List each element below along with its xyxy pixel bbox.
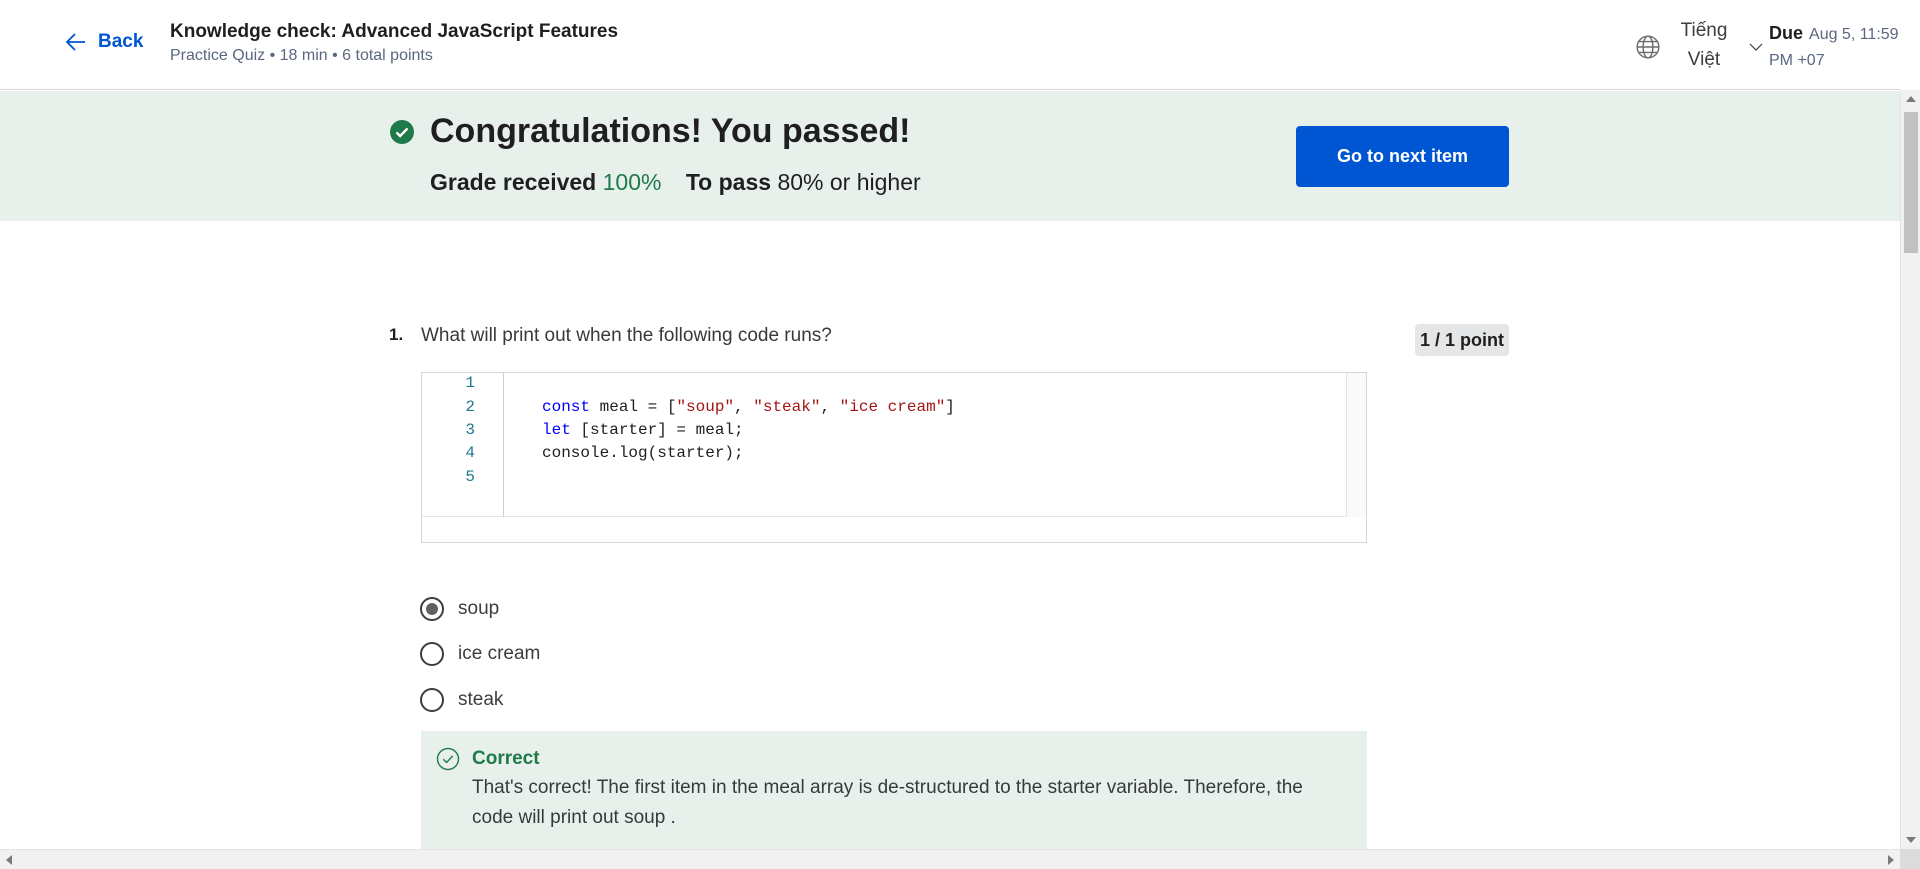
code-editor: 1 2 3 4 5 const meal = ["soup", "steak",… [421, 372, 1367, 543]
vertical-scrollbar[interactable] [1900, 90, 1920, 849]
radio-button[interactable] [420, 642, 444, 666]
due-date-info: Due Aug 5, 11:59 PM +07 [1769, 20, 1899, 74]
line-number-gutter: 1 2 3 4 5 [422, 373, 504, 517]
chevron-down-icon [1749, 43, 1763, 51]
back-label: Back [98, 31, 144, 52]
code-scrollbar[interactable] [1347, 373, 1366, 517]
code-line: const meal = ["soup", "steak", "ice crea… [542, 398, 955, 416]
scroll-down-icon[interactable] [1906, 837, 1916, 843]
language-label: Tiếng Việt [1669, 16, 1739, 74]
radio-button[interactable] [420, 688, 444, 712]
feedback-text: That's correct! The first item in the me… [472, 777, 1303, 828]
globe-icon [1636, 35, 1660, 59]
code-text: , [734, 398, 754, 416]
code-line: let [starter] = meal; [542, 421, 744, 439]
next-item-button[interactable]: Go to next item [1296, 126, 1509, 187]
question-text: What will print out when the following c… [421, 325, 832, 346]
scrollbar-corner [1900, 849, 1920, 869]
option-label: ice cream [458, 643, 541, 664]
top-header: Back Knowledge check: Advanced JavaScrip… [0, 0, 1900, 90]
pass-title: Congratulations! You passed! [430, 112, 911, 150]
pass-value: 80% [777, 169, 824, 195]
pass-label: To pass [685, 169, 772, 195]
horizontal-scrollbar[interactable] [0, 849, 1900, 869]
code-line: console.log(starter); [542, 444, 744, 462]
code-string: "soup" [676, 398, 735, 416]
line-number: 3 [465, 421, 475, 439]
scroll-right-icon[interactable] [1888, 855, 1894, 865]
code-area: 1 2 3 4 5 const meal = ["soup", "steak",… [422, 373, 1347, 517]
scrollbar-thumb[interactable] [1904, 112, 1918, 253]
scroll-up-icon[interactable] [1906, 96, 1916, 102]
code-text: ] [945, 398, 955, 416]
code-string: "steak" [753, 398, 821, 416]
line-number: 1 [465, 374, 475, 392]
check-circle-filled-icon [390, 120, 414, 144]
radio-button[interactable] [420, 597, 444, 621]
answer-option-soup[interactable]: soup [420, 597, 499, 621]
grade-label: Grade received [430, 169, 597, 195]
option-label: steak [458, 689, 504, 710]
due-label: Due [1769, 23, 1804, 43]
scroll-left-icon[interactable] [6, 855, 12, 865]
check-circle-outline-icon [436, 747, 460, 771]
quiz-title: Knowledge check: Advanced JavaScript Fea… [170, 21, 619, 42]
line-number: 2 [465, 398, 475, 416]
language-line1: Tiếng [1680, 20, 1728, 41]
answer-feedback: Correct That's correct! The first item i… [421, 731, 1367, 849]
question-number: 1. [389, 325, 404, 344]
code-text: [starter] = meal; [570, 421, 744, 439]
points-badge: 1 / 1 point [1415, 324, 1509, 356]
pass-suffix: or higher [829, 169, 921, 195]
grade-value: 100% [602, 169, 662, 195]
line-number: 5 [465, 468, 475, 486]
language-selector[interactable]: Tiếng Việt [1635, 16, 1765, 74]
code-text: meal = [ [590, 398, 677, 416]
back-button[interactable]: Back [64, 30, 143, 54]
code-text: , [820, 398, 840, 416]
grade-summary: Grade received 100% To pass 80% or highe… [430, 169, 921, 196]
code-keyword: const [542, 398, 591, 416]
answer-option-steak[interactable]: steak [420, 688, 503, 712]
arrow-left-icon [65, 33, 85, 51]
line-number: 4 [465, 444, 475, 462]
feedback-title: Correct [472, 748, 540, 769]
code-keyword: let [542, 421, 571, 439]
answer-option-ice-cream[interactable]: ice cream [420, 642, 540, 666]
option-label: soup [458, 598, 500, 619]
language-line2: Việt [1687, 49, 1721, 70]
result-banner: Congratulations! You passed! Grade recei… [0, 91, 1900, 221]
code-string: "ice cream" [839, 398, 946, 416]
quiz-meta: Practice Quiz • 18 min • 6 total points [170, 47, 433, 64]
